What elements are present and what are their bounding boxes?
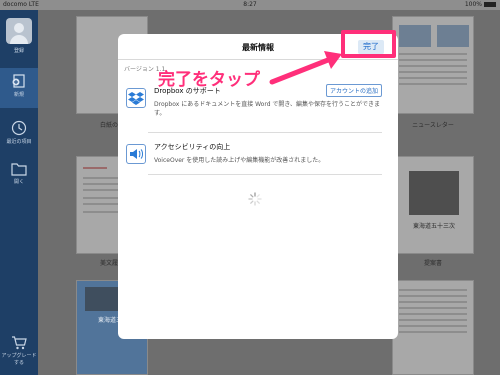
dropbox-icon [126, 88, 146, 108]
cart-icon [12, 336, 27, 350]
divider [148, 174, 382, 175]
sidebar-item-label: 登録 [13, 48, 24, 54]
clock: 8:27 [243, 1, 257, 8]
thumbnail-title: 東海道五十三次 [412, 223, 455, 230]
template-caption: 提案書 [423, 260, 442, 267]
sidebar-item-label: アップグレードする [1, 353, 37, 366]
sidebar-item-account[interactable]: 登録 [0, 18, 38, 54]
feature-description: Dropbox にあるドキュメントを直接 Word で開き、編集や保存を行うこと… [154, 101, 381, 117]
sidebar-item-open[interactable]: 開く [0, 162, 38, 185]
feature-accessibility: アクセシビリティの向上 VoiceOver を使用した読み上げや編集機能が改善さ… [124, 142, 382, 182]
sidebar-item-label: 最近の項目 [6, 139, 32, 145]
clock-icon [11, 120, 27, 136]
avatar [6, 18, 32, 44]
arrow-icon [269, 51, 342, 85]
battery-label: 100% [464, 1, 482, 8]
battery-icon [484, 2, 496, 7]
feature-description: VoiceOver を使用した読み上げや編集機能が改善されました。 [154, 157, 325, 164]
feature-dropbox: Dropbox のサポート アカウントの追加 Dropbox にあるドキュメント… [124, 84, 382, 136]
template-thumbnail[interactable] [392, 16, 474, 114]
battery-status: 100% [465, 0, 496, 10]
instruction-callout: 完了をタップ [158, 70, 260, 90]
loading-spinner-icon [248, 192, 262, 206]
status-bar: docomo LTE 8:27 100% [0, 0, 500, 10]
speaker-icon [126, 144, 146, 164]
template-caption: ニュースレター [412, 122, 454, 129]
sidebar: 登録 新規 最近の項目 開く アップグレードする [0, 10, 38, 375]
sidebar-item-upgrade[interactable]: アップグレードする [0, 336, 38, 366]
new-document-icon [12, 74, 25, 88]
sidebar-item-recent[interactable]: 最近の項目 [0, 120, 38, 145]
sidebar-item-label: 開く [13, 179, 24, 185]
feature-title: アクセシビリティの向上 [154, 143, 231, 151]
sidebar-item-label: 新規 [13, 92, 24, 98]
template-thumbnail[interactable] [392, 280, 474, 375]
divider [148, 132, 382, 133]
done-highlight-box [341, 30, 396, 58]
template-thumbnail[interactable]: 東海道五十三次 [392, 156, 474, 254]
sidebar-item-new[interactable]: 新規 [0, 68, 38, 108]
folder-icon [11, 163, 27, 176]
